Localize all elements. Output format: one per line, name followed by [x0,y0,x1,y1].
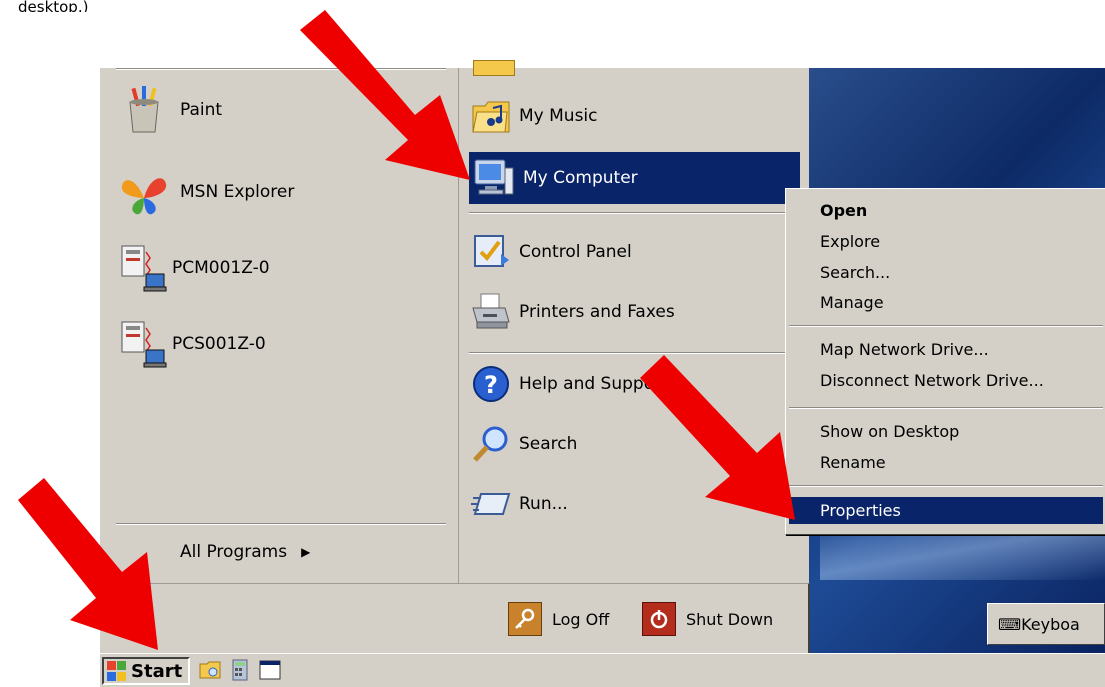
red-arrow-icon [18,478,158,650]
red-arrow-icon [640,355,795,520]
annotation-arrows-layer [18,10,795,650]
red-arrow-icon [300,10,470,180]
